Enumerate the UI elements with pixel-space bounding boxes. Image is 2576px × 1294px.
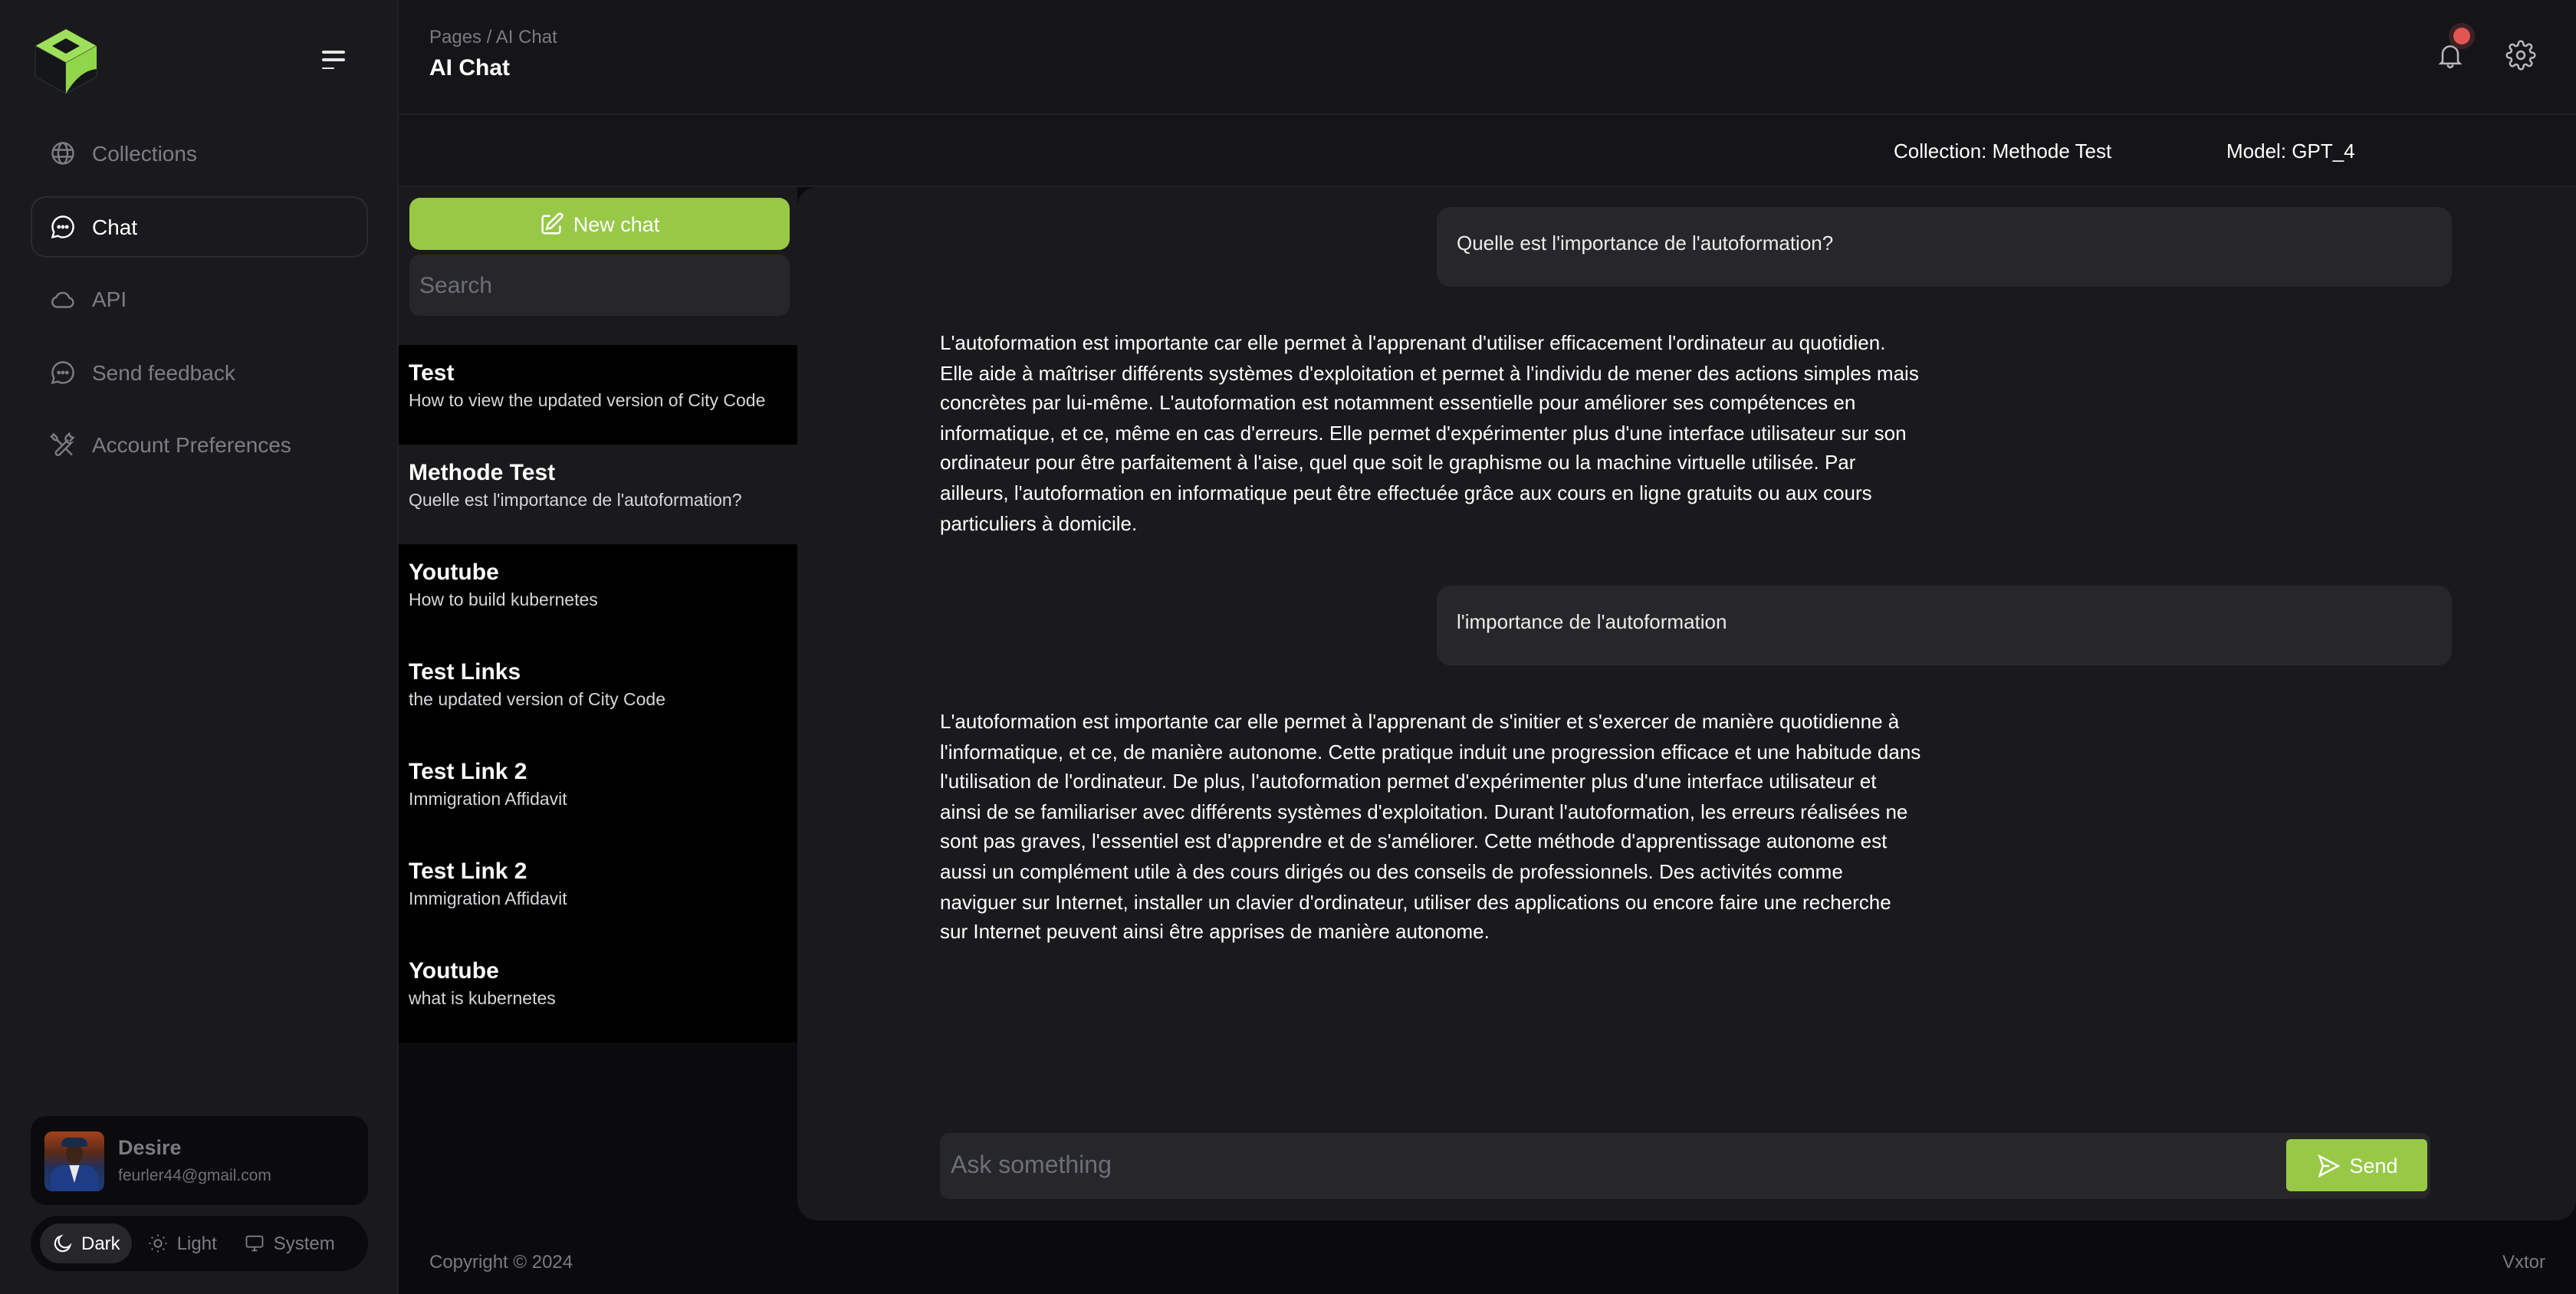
globe-icon xyxy=(49,140,77,167)
chat-preview: Immigration Affidavit xyxy=(409,791,567,810)
breadcrumb[interactable]: Pages / AI Chat xyxy=(429,26,557,48)
sidebar-item-label: API xyxy=(92,287,127,311)
sidebar-item-collections[interactable]: Collections xyxy=(31,123,368,184)
chat-bubble-icon xyxy=(49,212,77,240)
user-profile-card[interactable]: Desire feurler44@gmail.com xyxy=(31,1116,368,1205)
chat-list-item[interactable]: Test Links the updated version of City C… xyxy=(399,644,797,744)
collection-label: Collection: Methode Test xyxy=(1894,140,2112,163)
user-message: Quelle est l'importance de l'autoformati… xyxy=(1437,207,2452,287)
notifications-button[interactable] xyxy=(2435,28,2470,71)
chat-list-toolbar: New chat xyxy=(399,187,797,345)
notification-badge xyxy=(2453,28,2470,44)
tools-icon xyxy=(49,431,77,458)
model-label: Model: GPT_4 xyxy=(2226,140,2355,163)
sun-icon xyxy=(150,1234,168,1253)
chat-title: Test Links xyxy=(409,659,521,685)
top-header: Pages / AI Chat AI Chat xyxy=(399,0,2576,115)
conversation-panel: Quelle est l'importance de l'autoformati… xyxy=(797,187,2576,1220)
theme-option-light[interactable]: Light xyxy=(136,1223,229,1263)
assistant-message: L'autoformation est importante car elle … xyxy=(940,710,1921,944)
page-title: AI Chat xyxy=(429,55,510,81)
sidebar-item-label: Chat xyxy=(92,214,138,238)
send-label: Send xyxy=(2349,1154,2398,1177)
chat-preview: Immigration Affidavit xyxy=(409,891,567,909)
assistant-message: L'autoformation est importante car elle … xyxy=(940,331,1919,535)
chat-preview: How to view the updated version of City … xyxy=(409,392,766,411)
theme-switch: Dark Light System xyxy=(31,1216,368,1271)
theme-option-label: Dark xyxy=(81,1233,120,1254)
monitor-icon xyxy=(246,1235,264,1252)
sidebar-item-api[interactable]: API xyxy=(31,268,368,330)
sidebar-item-label: Account Preferences xyxy=(92,432,291,457)
chat-preview: what is kubernetes xyxy=(409,990,556,1009)
sidebar-item-chat[interactable]: Chat xyxy=(31,195,368,257)
user-message: l'importance de l'autoformation xyxy=(1437,586,2452,665)
edit-icon xyxy=(541,212,564,234)
menu-toggle-button[interactable] xyxy=(322,51,353,75)
chat-info-bar: Collection: Methode Test Model: GPT_4 xyxy=(399,115,2576,187)
ask-input[interactable] xyxy=(940,1133,2289,1199)
sidebar-item-label: Collections xyxy=(92,141,197,166)
chat-title: Test Link 2 xyxy=(409,859,527,885)
menu-line xyxy=(322,67,334,70)
bell-icon xyxy=(2438,45,2463,68)
sidebar: Collections Chat API Send feedback Accou… xyxy=(0,0,399,1294)
chat-title: Test xyxy=(409,360,455,386)
chat-list-item[interactable]: Methode Test Quelle est l'importance de … xyxy=(399,445,797,544)
chat-list-item[interactable]: Test Link 2 Immigration Affidavit xyxy=(399,843,797,943)
chat-list-item[interactable]: Youtube How to build kubernetes xyxy=(399,544,797,644)
chat-preview: the updated version of City Code xyxy=(409,691,665,710)
menu-line xyxy=(322,58,345,61)
new-chat-button[interactable]: New chat xyxy=(409,198,789,250)
cloud-icon xyxy=(49,285,77,313)
app-root: Collections Chat API Send feedback Accou… xyxy=(0,0,2576,1294)
logo-icon[interactable] xyxy=(34,28,98,95)
sidebar-item-account-preferences[interactable]: Account Preferences xyxy=(31,414,368,475)
theme-option-label: Light xyxy=(176,1233,217,1254)
copyright-text: Copyright © 2024 xyxy=(429,1251,573,1273)
send-button[interactable]: Send xyxy=(2286,1139,2427,1191)
sidebar-item-send-feedback[interactable]: Send feedback xyxy=(31,341,368,402)
user-email: feurler44@gmail.com xyxy=(118,1167,271,1185)
chat-history-list: Test How to view the updated version of … xyxy=(399,345,797,1043)
moon-icon xyxy=(54,1234,72,1253)
search-input[interactable] xyxy=(409,255,789,316)
user-name: Desire xyxy=(118,1136,182,1159)
chat-title: Methode Test xyxy=(409,460,556,486)
sidebar-nav: Collections Chat API Send feedback Accou… xyxy=(31,123,368,487)
footer-brand: Vxtor xyxy=(2502,1251,2546,1273)
chat-preview: Quelle est l'importance de l'autoformati… xyxy=(409,492,742,511)
gear-icon xyxy=(2505,40,2536,71)
avatar xyxy=(44,1131,104,1191)
new-chat-label: New chat xyxy=(573,212,660,235)
chat-bubble-icon xyxy=(49,358,77,386)
settings-button[interactable] xyxy=(2505,40,2536,71)
theme-option-label: System xyxy=(273,1233,335,1254)
chat-list-item[interactable]: Youtube what is kubernetes xyxy=(399,943,797,1043)
chat-title: Youtube xyxy=(409,958,499,984)
send-icon xyxy=(2318,1153,2341,1177)
chat-preview: How to build kubernetes xyxy=(409,592,598,610)
composer: Send xyxy=(940,1133,2430,1199)
chat-list-item[interactable]: Test How to view the updated version of … xyxy=(399,345,797,445)
sidebar-item-label: Send feedback xyxy=(92,360,235,384)
chat-list-panel: New chat Test How to view the updated ve… xyxy=(399,187,797,1230)
theme-option-system[interactable]: System xyxy=(232,1223,347,1263)
chat-list-item[interactable]: Test Link 2 Immigration Affidavit xyxy=(399,744,797,843)
theme-option-dark[interactable]: Dark xyxy=(40,1223,133,1263)
chat-title: Test Link 2 xyxy=(409,759,527,785)
chat-title: Youtube xyxy=(409,560,499,586)
menu-line xyxy=(322,51,345,54)
